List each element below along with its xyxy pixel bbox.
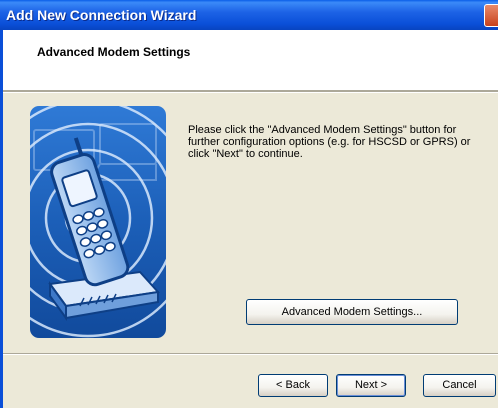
- instruction-text: Please click the "Advanced Modem Setting…: [188, 124, 471, 160]
- page-title: Advanced Modem Settings: [37, 45, 191, 59]
- close-button[interactable]: [484, 4, 498, 27]
- footer-divider: [3, 353, 498, 355]
- wizard-illustration: [30, 106, 166, 338]
- cancel-button[interactable]: Cancel: [423, 374, 496, 397]
- advanced-modem-settings-button[interactable]: Advanced Modem Settings...: [246, 299, 458, 325]
- wizard-header: Advanced Modem Settings: [3, 30, 498, 90]
- title-bar[interactable]: Add New Connection Wizard: [0, 0, 498, 30]
- back-button[interactable]: < Back: [258, 374, 328, 397]
- window-title: Add New Connection Wizard: [6, 7, 197, 23]
- header-divider: [3, 90, 498, 93]
- next-button[interactable]: Next >: [336, 374, 406, 397]
- wizard-window: Add New Connection Wizard Advanced Modem…: [0, 0, 498, 408]
